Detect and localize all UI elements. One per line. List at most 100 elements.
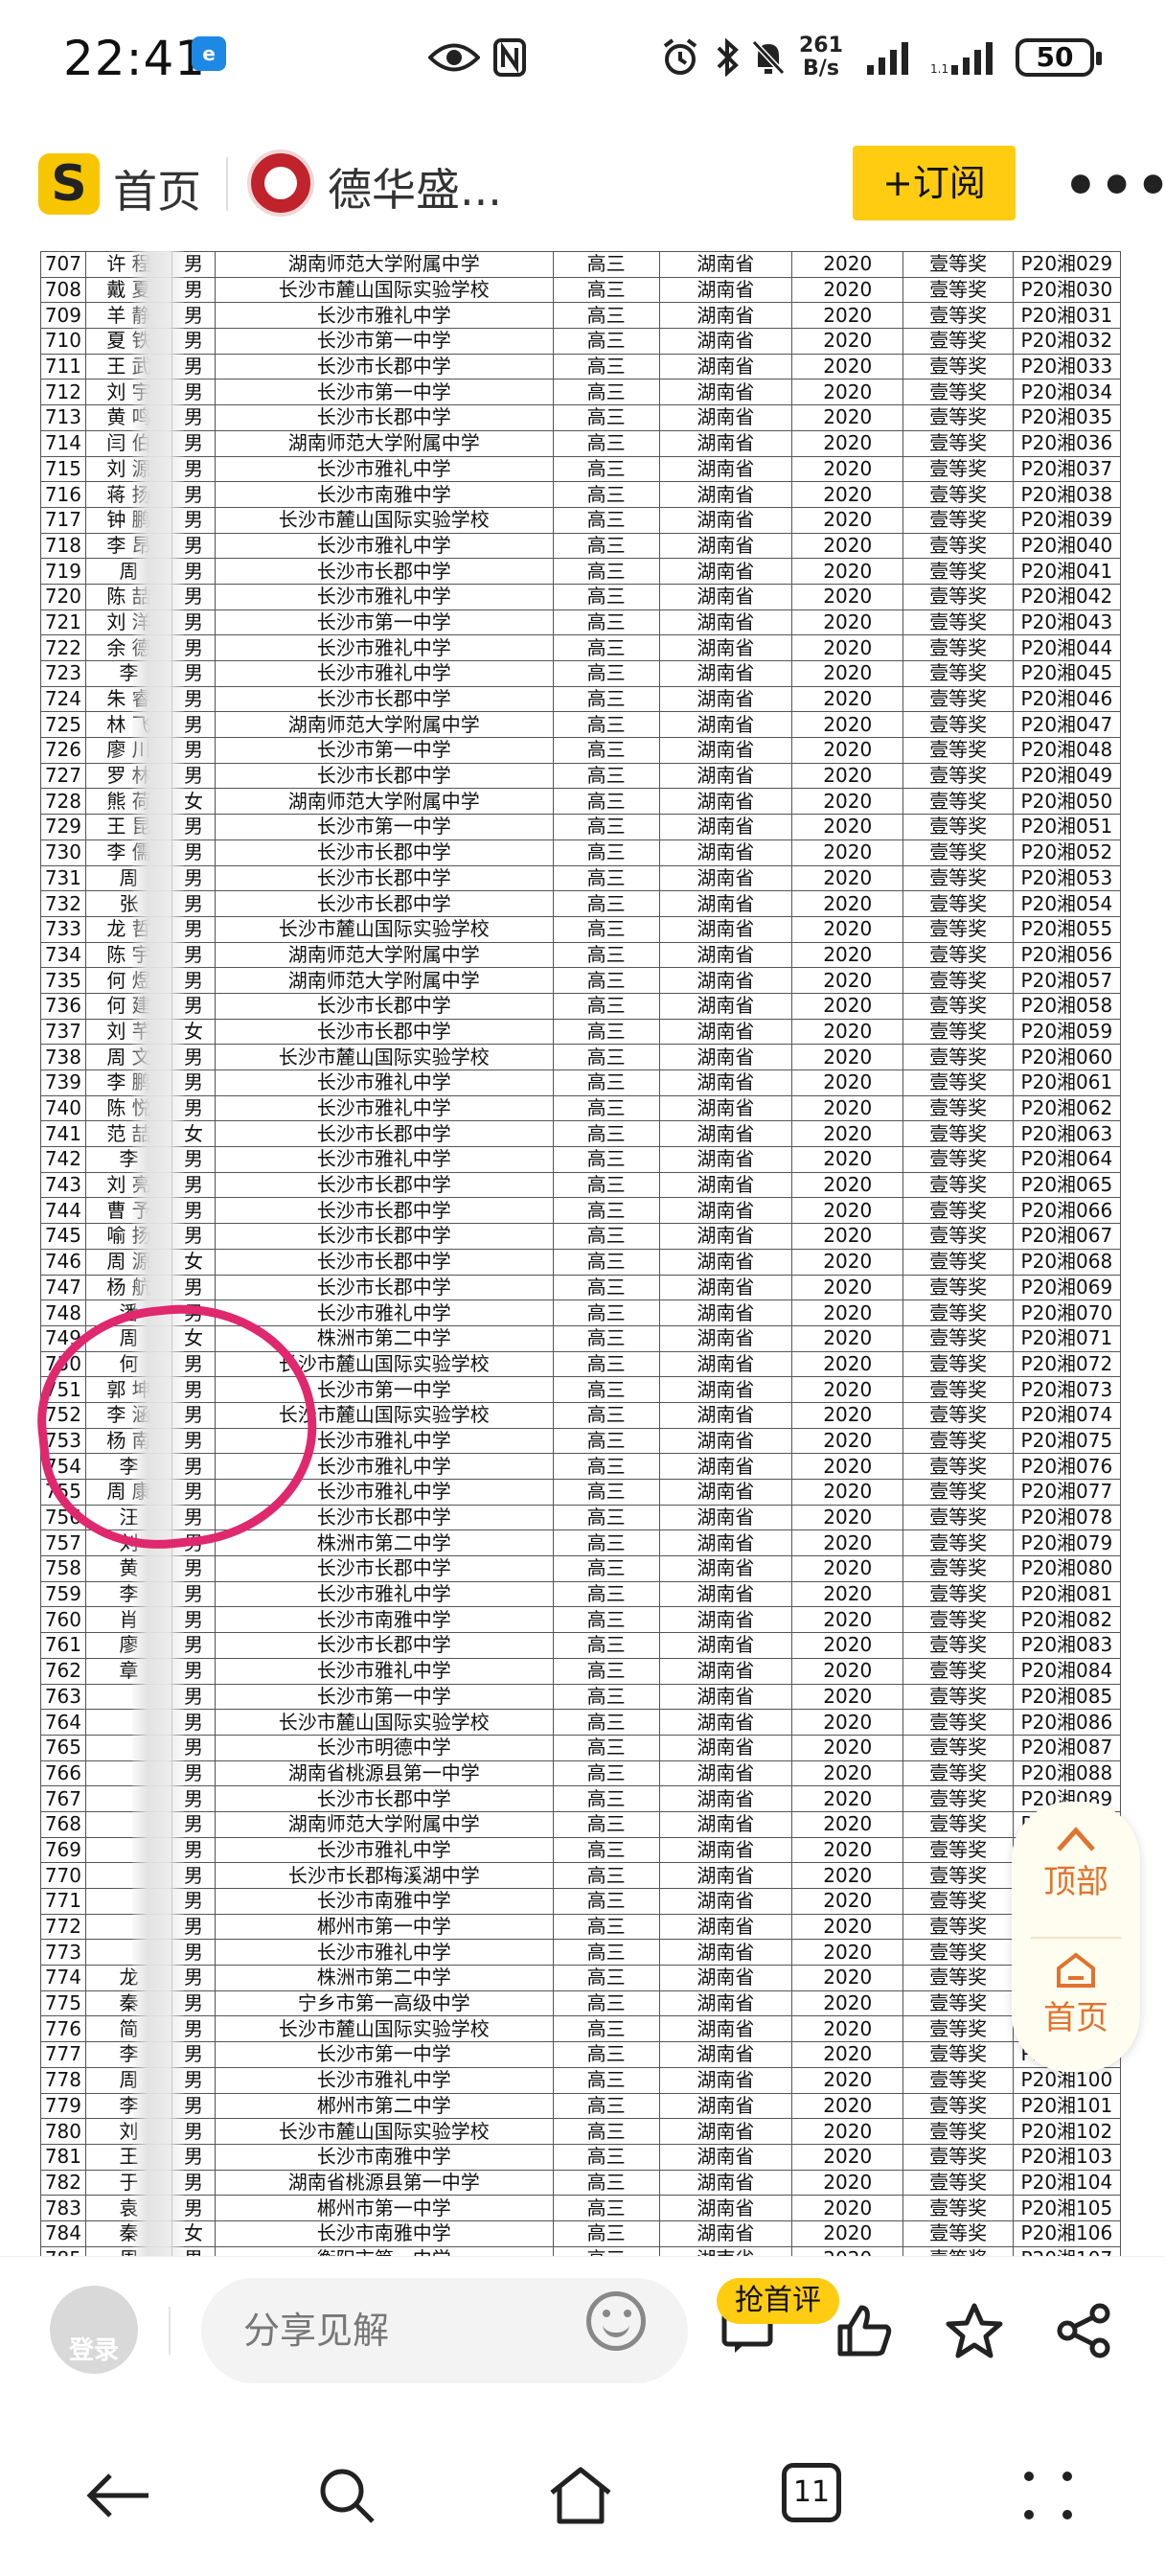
source-avatar[interactable] [247, 150, 314, 217]
back-arrow-icon[interactable] [80, 2457, 157, 2534]
app-logo-icon[interactable]: S [38, 153, 100, 215]
table-cell: P20湘040 [1012, 532, 1122, 560]
table-cell: 716 [40, 481, 86, 508]
source-title[interactable]: 德华盛... [328, 155, 502, 218]
table-cell: 高三 [552, 737, 660, 764]
table-cell: 2020 [790, 532, 904, 560]
table-cell: P20湘030 [1012, 276, 1122, 304]
table-cell: 壹等奖 [902, 328, 1014, 355]
table-row: 726 廖 川男长沙市第一中学 高三 湖南省 2020 壹等奖 P20湘048 [40, 737, 1122, 764]
table-cell: 761 [40, 1632, 86, 1659]
subscribe-button[interactable]: +订阅 [853, 146, 1016, 220]
table-row: 735 何 煜男湖南师范大学附属中学 高三 湖南省 2020 壹等奖 P20湘057 [40, 967, 1122, 994]
table-cell: 长沙市雅礼中学 [214, 455, 554, 483]
table-cell: 高三 [552, 992, 660, 1020]
scroll-top-button[interactable]: 顶部 [1012, 1819, 1140, 1901]
float-home-button[interactable]: 首页 [1012, 1951, 1140, 2037]
table-cell: P20湘064 [1012, 1146, 1122, 1173]
table-cell: 2020 [790, 1913, 904, 1941]
table-cell: 壹等奖 [902, 1965, 1014, 1991]
table-cell: 746 [40, 1248, 86, 1276]
table-cell: 长沙市长郡中学 [214, 762, 554, 790]
like-icon[interactable] [834, 2299, 895, 2362]
table-row: 744 曹 予男长沙市长郡中学 高三 湖南省 2020 壹等奖 P20湘066 [40, 1197, 1122, 1225]
table-cell: P20湘072 [1012, 1350, 1122, 1378]
table-cell: 湖南省 [658, 1580, 792, 1608]
table-cell: 湖南省 [658, 1657, 792, 1685]
table-cell: 壹等奖 [902, 992, 1014, 1020]
eye-icon [427, 38, 481, 77]
table-cell: 768 [40, 1810, 86, 1838]
star-icon[interactable] [943, 2299, 1006, 2362]
table-cell: 湖南省 [658, 2245, 792, 2256]
table-cell: 郴州市第二中学 [214, 2092, 554, 2120]
table-cell: 717 [40, 506, 86, 534]
table-row: 782 于 男湖南省桃源县第一中学 高三 湖南省 2020 壹等奖 P20湘104 [40, 2169, 1122, 2196]
table-cell: 壹等奖 [902, 455, 1014, 483]
table-row: 715 刘 源男长沙市雅礼中学 高三 湖南省 2020 壹等奖 P20湘037 [40, 455, 1122, 483]
table-cell: 781 [40, 2143, 86, 2171]
table-cell: 壹等奖 [902, 353, 1014, 380]
table-cell: 729 [40, 814, 86, 840]
table-cell: 2020 [790, 685, 904, 713]
table-cell: P20湘041 [1012, 558, 1122, 585]
table-cell: 湖南师范大学附属中学 [214, 941, 554, 969]
table-cell: 壹等奖 [902, 1580, 1014, 1608]
table-row: 733 龙 哲男长沙市麓山国际实验学校 高三 湖南省 2020 壹等奖 P20湘055 [40, 915, 1122, 943]
table-cell: P20湘047 [1012, 711, 1122, 739]
table-cell: 壹等奖 [902, 1632, 1014, 1659]
table-cell: 737 [40, 1018, 86, 1046]
table-cell: 壹等奖 [902, 1376, 1014, 1403]
table-cell: 高三 [552, 1555, 660, 1582]
table-cell: 高三 [552, 429, 660, 457]
table-cell: 高三 [552, 2118, 660, 2145]
table-cell: 壹等奖 [902, 429, 1014, 457]
table-cell: 高三 [552, 1862, 660, 1889]
table-cell: 长沙市麓山国际实验学校 [214, 2015, 554, 2043]
search-icon[interactable] [308, 2457, 385, 2534]
table-cell: 壹等奖 [902, 1785, 1014, 1812]
table-row: 708 戴 夏男长沙市麓山国际实验学校 高三 湖南省 2020 壹等奖 P20湘030 [40, 276, 1122, 304]
table-cell: 高三 [552, 404, 660, 431]
home-icon[interactable] [542, 2457, 619, 2534]
home-link[interactable]: 首页 [113, 157, 201, 220]
table-cell: 湖南省 [658, 1401, 792, 1429]
table-cell: 2020 [790, 506, 904, 534]
table-cell: 湖南省 [658, 2195, 792, 2221]
table-cell: 744 [40, 1197, 86, 1225]
table-cell: 2020 [790, 609, 904, 636]
table-cell: 湖南省桃源县第一中学 [214, 1760, 554, 1787]
table-cell: 2020 [790, 1709, 904, 1736]
table-cell: 壹等奖 [902, 1324, 1014, 1352]
grab-first-comment-badge[interactable]: 抢首评 [717, 2278, 839, 2324]
table-cell: 763 [40, 1683, 86, 1711]
table-cell: 湖南省 [658, 1479, 792, 1506]
table-cell: 湖南省 [658, 583, 792, 610]
menu-grid-icon[interactable] [1010, 2457, 1086, 2534]
table-cell: 783 [40, 2195, 86, 2221]
table-cell: 2020 [790, 634, 904, 661]
table-cell: 株洲市第二中学 [214, 1530, 554, 1557]
table-cell: 2020 [790, 1324, 904, 1352]
table-cell: 2020 [790, 1683, 904, 1711]
table-cell: P20湘034 [1012, 379, 1122, 406]
table-cell: 郴州市第一中学 [214, 1913, 554, 1941]
home-icon [1012, 1951, 1140, 1999]
table-cell: 2020 [790, 660, 904, 687]
table-cell: 湖南省 [658, 1324, 792, 1352]
login-avatar[interactable]: 登录 [50, 2286, 138, 2374]
tabs-button[interactable]: 11 [782, 2463, 841, 2522]
signal-2-icon: 1.1 [929, 38, 998, 77]
emoji-icon[interactable] [586, 2291, 646, 2351]
table-cell: P20湘102 [1012, 2118, 1122, 2145]
table-cell: 2020 [790, 2245, 904, 2256]
more-horizontal-icon[interactable]: ••• [1063, 155, 1165, 218]
table-cell: 709 [40, 302, 86, 330]
share-icon[interactable] [1054, 2299, 1115, 2362]
table-cell: 高三 [552, 1657, 660, 1685]
table-cell: 湖南省 [658, 1632, 792, 1659]
table-cell: 湖南省 [658, 890, 792, 917]
table-cell: P20湘106 [1012, 2220, 1122, 2247]
table-cell: 2020 [790, 1580, 904, 1608]
table-cell: 高三 [552, 1070, 660, 1096]
